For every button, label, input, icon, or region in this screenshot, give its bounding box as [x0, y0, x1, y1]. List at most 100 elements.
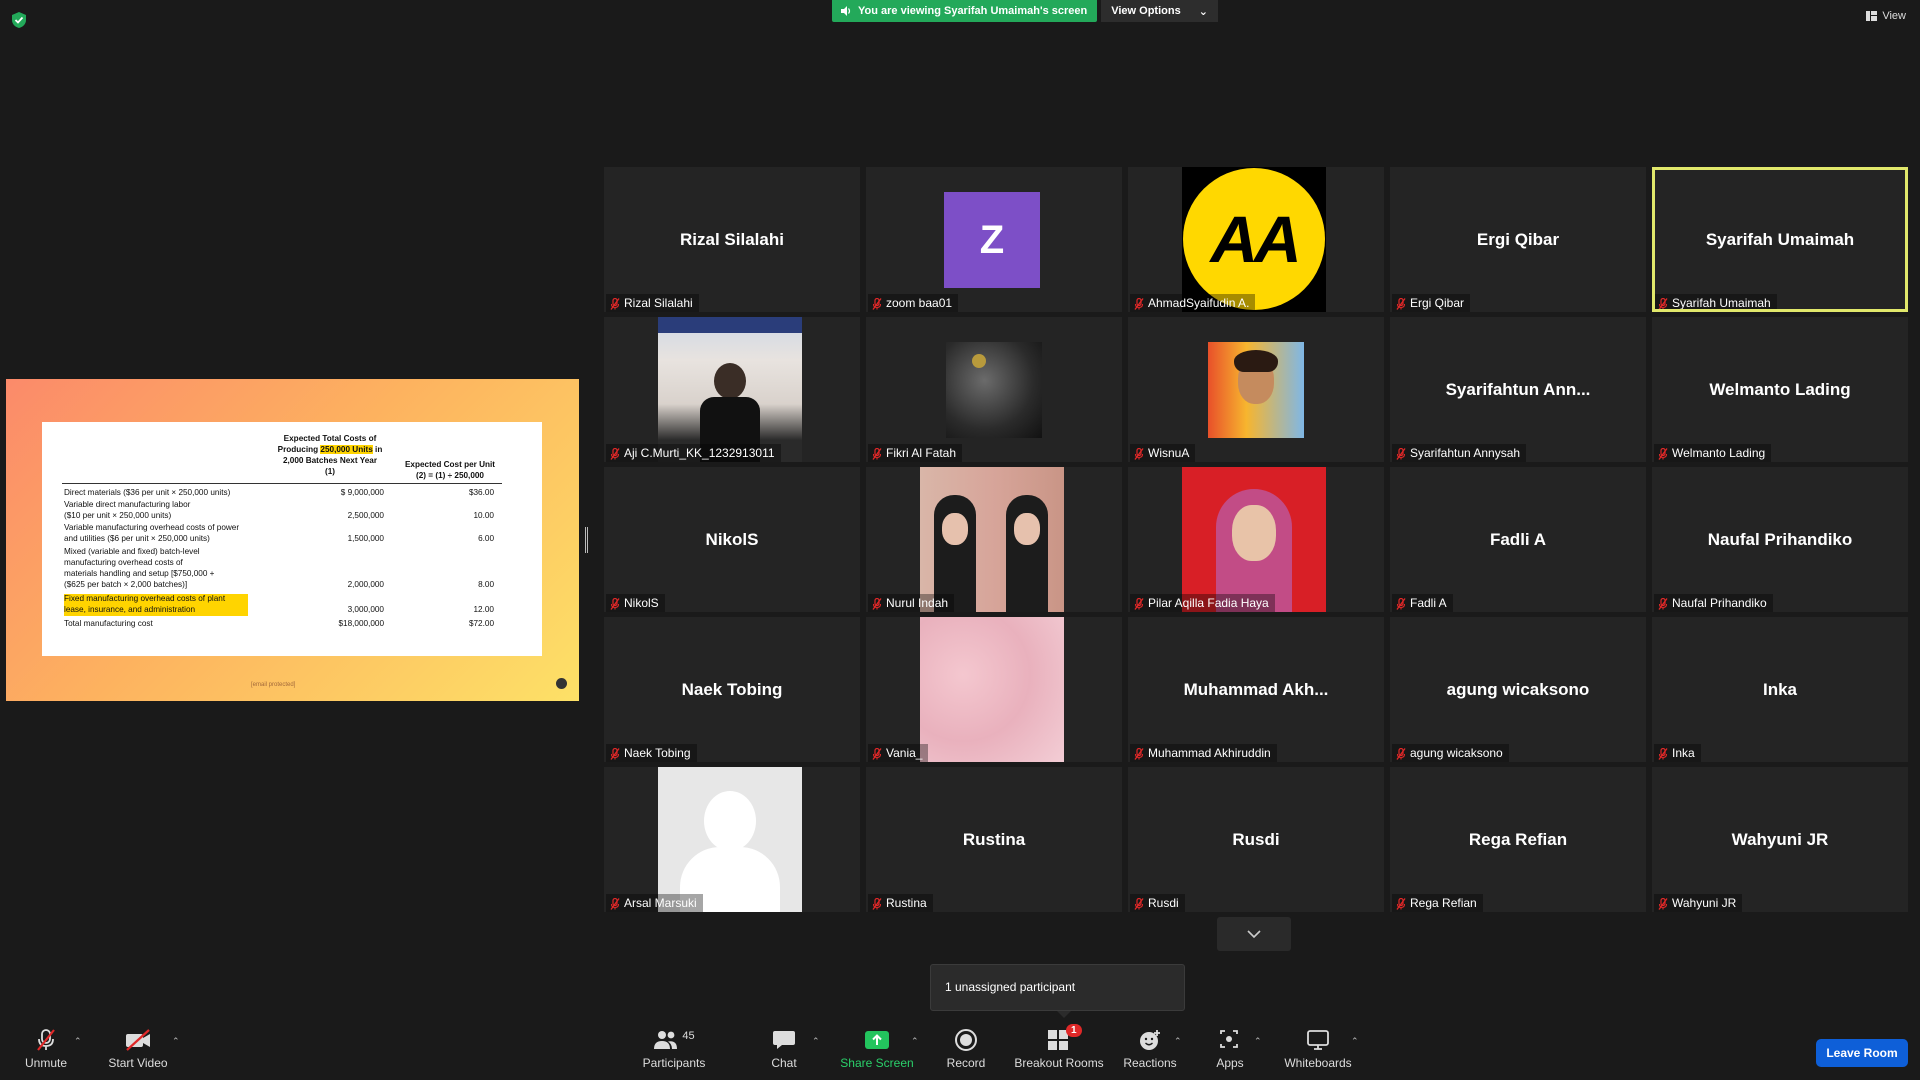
- muted-mic-icon: [1134, 597, 1144, 610]
- share-screen-button[interactable]: Share Screen: [840, 1028, 914, 1070]
- whiteboard-icon: [1307, 1030, 1329, 1050]
- leave-room-button[interactable]: Leave Room: [1816, 1039, 1908, 1067]
- participant-display-name: Wahyuni JR: [1731, 829, 1829, 849]
- participant-tile[interactable]: Nurul Indah: [866, 467, 1122, 612]
- panel-resize-handle[interactable]: [585, 527, 588, 553]
- participant-display-name: agung wicaksono: [1446, 679, 1590, 699]
- participant-tile[interactable]: Rega Refian Rega Refian: [1390, 767, 1646, 912]
- participant-name-tag: Welmanto Lading: [1654, 444, 1772, 462]
- row-unit-cost: $36.00: [468, 488, 494, 497]
- participant-tile[interactable]: Wahyuni JR Wahyuni JR: [1652, 767, 1908, 912]
- participant-tile[interactable]: Naek Tobing Naek Tobing: [604, 617, 860, 762]
- audio-options-caret[interactable]: ⌃: [74, 1036, 82, 1047]
- chat-button[interactable]: Chat: [764, 1028, 804, 1070]
- participant-tile[interactable]: Syarifah Umaimah Syarifah Umaimah: [1652, 167, 1908, 312]
- participant-tile[interactable]: Rusdi Rusdi: [1128, 767, 1384, 912]
- video-options-caret[interactable]: ⌃: [172, 1036, 180, 1047]
- grid-view-icon: [1866, 11, 1878, 21]
- muted-mic-icon: [1134, 747, 1144, 760]
- participant-display-name: Naek Tobing: [681, 679, 783, 699]
- participant-tile[interactable]: Aji C.Murti_KK_1232913011: [604, 317, 860, 462]
- participant-name-tag: Pilar Aqilla Fadia Haya: [1130, 594, 1275, 612]
- participant-tile[interactable]: Welmanto Lading Welmanto Lading: [1652, 317, 1908, 462]
- share-options-caret[interactable]: ⌃: [911, 1036, 919, 1047]
- video-feed: [658, 317, 802, 462]
- participant-tile[interactable]: Ergi Qibar Ergi Qibar: [1390, 167, 1646, 312]
- participant-tile[interactable]: NikolS NikolS: [604, 467, 860, 612]
- participant-display-name: Naufal Prihandiko: [1707, 529, 1853, 549]
- row-unit-cost: 6.00: [478, 534, 494, 543]
- participant-name-tag: Wahyuni JR: [1654, 894, 1743, 912]
- muted-mic-icon: [872, 747, 882, 760]
- row-description: Variable manufacturing overhead costs of…: [64, 523, 240, 532]
- row-description: Total manufacturing cost: [64, 619, 153, 628]
- participant-tile[interactable]: Rustina Rustina: [866, 767, 1122, 912]
- participant-name: Inka: [1672, 746, 1695, 760]
- whiteboards-options-caret[interactable]: ⌃: [1351, 1036, 1359, 1047]
- muted-mic-icon: [1396, 597, 1406, 610]
- participant-tile[interactable]: WisnuA: [1128, 317, 1384, 462]
- participant-display-name: Rusdi: [1232, 829, 1280, 849]
- participant-tile[interactable]: Naufal Prihandiko Naufal Prihandiko: [1652, 467, 1908, 612]
- participant-name-tag: Inka: [1654, 744, 1701, 762]
- participant-name-tag: Vania_: [868, 744, 929, 762]
- participant-tile[interactable]: Pilar Aqilla Fadia Haya: [1128, 467, 1384, 612]
- more-participants-button[interactable]: [1217, 917, 1291, 951]
- reactions-label: Reactions: [1123, 1056, 1177, 1070]
- participant-tile[interactable]: Arsal Marsuki: [604, 767, 860, 912]
- unmute-button[interactable]: Unmute: [20, 1028, 72, 1070]
- muted-mic-icon: [1396, 447, 1406, 460]
- participant-name: AhmadSyaifudin A.: [1148, 296, 1250, 310]
- shared-screen[interactable]: Expected Total Costs of Producing 250,00…: [6, 379, 579, 701]
- participant-tile[interactable]: Vania_: [866, 617, 1122, 762]
- participant-tile[interactable]: Zzoom baa01: [866, 167, 1122, 312]
- row-description: manufacturing overhead costs of: [64, 558, 183, 567]
- viewing-indicator: You are viewing Syarifah Umaimah's scree…: [832, 0, 1098, 22]
- participant-tile[interactable]: Rizal Silalahi Rizal Silalahi: [604, 167, 860, 312]
- participant-display-name: Muhammad Akh...: [1183, 679, 1329, 699]
- row-description: ($625 per batch × 2,000 batches)]: [64, 580, 188, 589]
- breakout-rooms-button[interactable]: 1 Breakout Rooms: [1014, 1024, 1104, 1070]
- participant-name: Syarifahtun Annysah: [1410, 446, 1521, 460]
- row-description: Mixed (variable and fixed) batch-level: [64, 547, 200, 556]
- muted-mic-icon: [37, 1029, 55, 1051]
- row-description: lease, insurance, and administration: [64, 605, 248, 616]
- header-line: (2) = (1) ÷ 250,000: [416, 471, 484, 480]
- view-options-button[interactable]: View Options ⌄: [1101, 0, 1218, 22]
- breakout-badge: 1: [1066, 1024, 1082, 1037]
- participant-name: Fadli A: [1410, 596, 1447, 610]
- participant-tile[interactable]: Inka Inka: [1652, 617, 1908, 762]
- chat-bubble-icon: [773, 1031, 795, 1049]
- participant-tile[interactable]: AA AhmadSyaifudin A.: [1128, 167, 1384, 312]
- whiteboards-button[interactable]: Whiteboards: [1282, 1028, 1354, 1070]
- video-feed: [920, 617, 1064, 762]
- reactions-button[interactable]: Reactions: [1122, 1028, 1178, 1070]
- participant-tile[interactable]: Muhammad Akh... Muhammad Akhiruddin: [1128, 617, 1384, 762]
- participant-name-tag: Rega Refian: [1392, 894, 1483, 912]
- participant-name: WisnuA: [1148, 446, 1190, 460]
- chevron-down-icon: [1247, 930, 1261, 939]
- participant-tile[interactable]: agung wicaksono agung wicaksono: [1390, 617, 1646, 762]
- view-layout-button[interactable]: View: [1866, 10, 1906, 22]
- participant-tile[interactable]: Syarifahtun Ann... Syarifahtun Annysah: [1390, 317, 1646, 462]
- participant-name: Wahyuni JR: [1672, 896, 1737, 910]
- apps-icon: [1220, 1030, 1238, 1048]
- participant-name: Naek Tobing: [624, 746, 691, 760]
- unassigned-tooltip: 1 unassigned participant: [930, 964, 1185, 1018]
- reactions-options-caret[interactable]: ⌃: [1174, 1036, 1182, 1047]
- view-options-label: View Options: [1111, 5, 1181, 17]
- participant-name: Syarifah Umaimah: [1672, 296, 1771, 310]
- highlighted-text: 250,000 Units: [320, 445, 373, 454]
- security-shield-icon[interactable]: [10, 11, 28, 29]
- record-button[interactable]: Record: [944, 1028, 988, 1070]
- participant-name: NikolS: [624, 596, 659, 610]
- participants-button[interactable]: 45 Participants: [640, 1028, 708, 1070]
- apps-options-caret[interactable]: ⌃: [1254, 1036, 1262, 1047]
- row-total-cost: 1,500,000: [347, 534, 384, 543]
- participant-tile[interactable]: Fadli A Fadli A: [1390, 467, 1646, 612]
- chat-options-caret[interactable]: ⌃: [812, 1036, 820, 1047]
- muted-mic-icon: [1658, 747, 1668, 760]
- start-video-button[interactable]: Start Video: [106, 1028, 170, 1070]
- apps-button[interactable]: Apps: [1210, 1028, 1250, 1070]
- participant-tile[interactable]: Fikri Al Fatah: [866, 317, 1122, 462]
